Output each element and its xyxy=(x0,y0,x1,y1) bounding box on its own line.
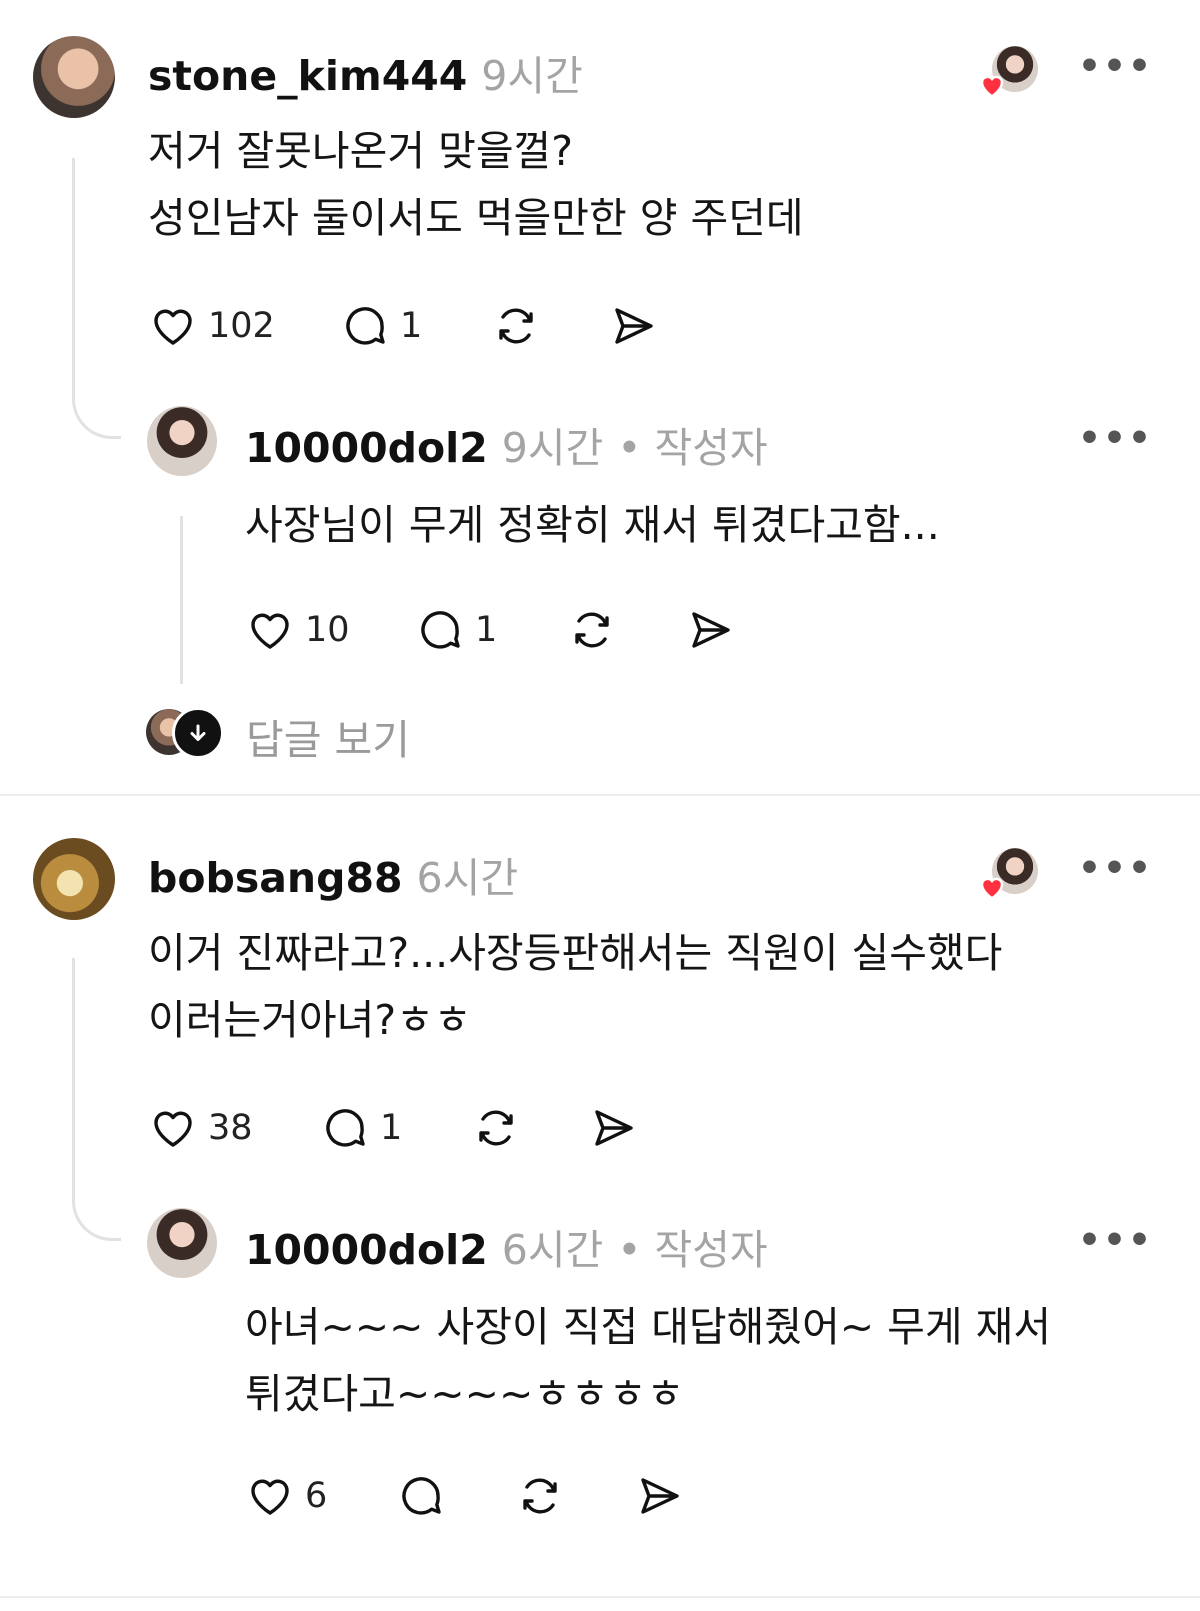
avatar[interactable] xyxy=(147,1208,217,1278)
repost-icon xyxy=(470,1104,522,1152)
reply-header: 10000dol2 9시간 • 작성자 xyxy=(245,414,768,474)
divider xyxy=(0,1596,1200,1598)
heart-icon xyxy=(245,1472,295,1520)
comment-header: stone_kim444 9시간 xyxy=(148,42,583,102)
thread-connector xyxy=(72,1178,121,1241)
heart-icon xyxy=(148,302,198,350)
heart-icon xyxy=(245,606,295,654)
like-button[interactable]: 38 xyxy=(148,1104,253,1152)
view-replies-link[interactable]: 답글 보기 xyxy=(246,706,410,766)
thread-connector xyxy=(72,376,121,439)
username[interactable]: 10000dol2 xyxy=(245,424,488,472)
like-count: 10 xyxy=(305,610,350,650)
author-badge: • 작성자 xyxy=(617,1226,768,1274)
divider xyxy=(0,794,1200,796)
share-button[interactable] xyxy=(608,302,658,350)
more-icon[interactable]: ••• xyxy=(1078,418,1153,459)
avatar[interactable] xyxy=(33,838,115,920)
share-icon xyxy=(588,1104,638,1152)
reply-count: 1 xyxy=(400,306,423,346)
like-button[interactable]: 10 xyxy=(245,606,350,654)
like-count: 102 xyxy=(208,306,275,346)
repost-button[interactable] xyxy=(470,1104,522,1152)
reply-text: 아녀~~~ 사장이 직접 대답해줬어~ 무게 재서 튀겼다고~~~~ㅎㅎㅎㅎ xyxy=(245,1303,1052,1418)
share-button[interactable] xyxy=(588,1104,638,1152)
reply-button[interactable]: 1 xyxy=(415,606,497,654)
comment-icon xyxy=(320,1104,370,1152)
reply-button[interactable] xyxy=(396,1472,446,1520)
comment-text: 저거 잘못나온거 맞을껄? 성인남자 둘이서도 먹을만한 양 주던데 xyxy=(148,127,804,242)
comment-icon xyxy=(340,302,390,350)
repost-button[interactable] xyxy=(490,302,542,350)
more-icon[interactable]: ••• xyxy=(1078,46,1153,87)
more-icon[interactable]: ••• xyxy=(1078,848,1153,889)
reply-count: 1 xyxy=(380,1108,403,1148)
comment-icon xyxy=(396,1472,446,1520)
liked-by-author-heart-icon xyxy=(980,75,1004,98)
username[interactable]: 10000dol2 xyxy=(245,1226,488,1274)
repost-icon xyxy=(514,1472,566,1520)
share-button[interactable] xyxy=(685,606,735,654)
avatar[interactable] xyxy=(147,406,217,476)
avatar[interactable] xyxy=(33,36,115,118)
heart-icon xyxy=(148,1104,198,1152)
share-icon xyxy=(608,302,658,350)
timestamp: 9시간 xyxy=(501,424,604,472)
repost-icon xyxy=(566,606,618,654)
timestamp: 6시간 xyxy=(501,1226,604,1274)
comment-icon xyxy=(415,606,465,654)
share-button[interactable] xyxy=(634,1472,684,1520)
repost-button[interactable] xyxy=(566,606,618,654)
reply-button[interactable]: 1 xyxy=(340,302,422,350)
thread-line xyxy=(72,158,75,378)
reply-text: 사장님이 무게 정확히 재서 튀겼다고함... xyxy=(245,501,940,549)
more-icon[interactable]: ••• xyxy=(1078,1220,1153,1261)
timestamp: 6시간 xyxy=(416,854,519,902)
reply-count: 1 xyxy=(475,610,498,650)
author-badge: • 작성자 xyxy=(617,424,768,472)
comment-header: bobsang88 6시간 xyxy=(148,844,518,904)
like-count: 6 xyxy=(305,1476,328,1516)
repost-button[interactable] xyxy=(514,1472,566,1520)
reply-header: 10000dol2 6시간 • 작성자 xyxy=(245,1216,768,1276)
repost-icon xyxy=(490,302,542,350)
liked-by-author-heart-icon xyxy=(980,877,1004,900)
reply-button[interactable]: 1 xyxy=(320,1104,402,1152)
thread-line xyxy=(72,958,75,1180)
share-icon xyxy=(685,606,735,654)
thread-line xyxy=(180,516,183,684)
comment-text: 이거 진짜라고?...사장등판해서는 직원이 실수했다 이러는거아녀?ㅎㅎ xyxy=(148,929,1003,1044)
down-arrow-icon[interactable] xyxy=(172,707,224,759)
timestamp: 9시간 xyxy=(481,52,583,100)
like-button[interactable]: 102 xyxy=(148,302,275,350)
like-button[interactable]: 6 xyxy=(245,1472,327,1520)
like-count: 38 xyxy=(208,1108,253,1148)
username[interactable]: stone_kim444 xyxy=(148,52,467,100)
share-icon xyxy=(634,1472,684,1520)
username[interactable]: bobsang88 xyxy=(148,854,403,902)
